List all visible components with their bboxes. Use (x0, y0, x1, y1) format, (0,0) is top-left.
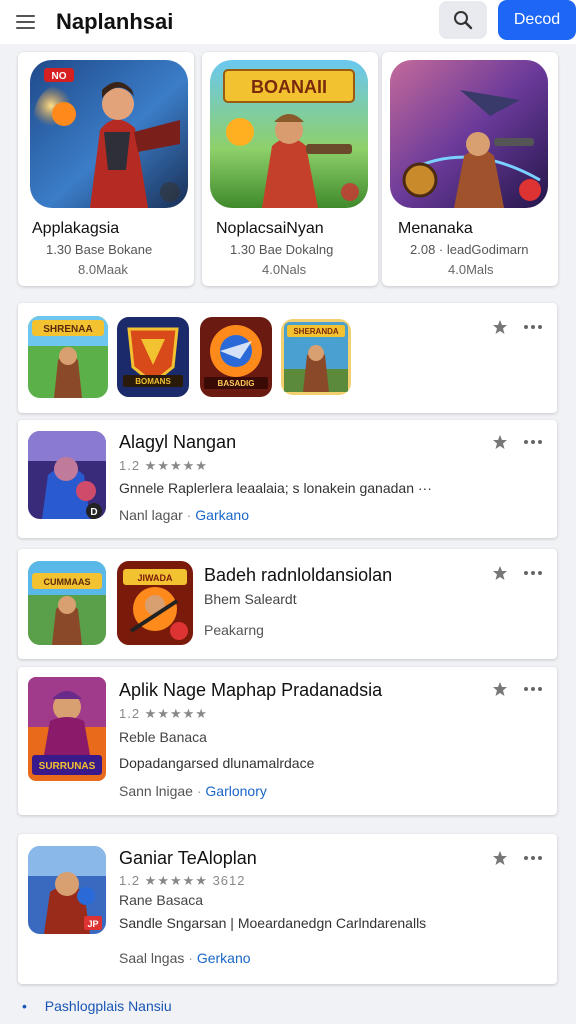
icon-label: SHERANDA (293, 327, 339, 336)
app-header: Naplanhsai Decod (0, 0, 576, 44)
more-options-icon[interactable] (523, 565, 543, 581)
footer-link-row[interactable]: • Pashlogplais Nansiu (22, 998, 172, 1014)
app-language-row: Sann lnigae · Garlonory (119, 783, 267, 799)
app-description: Dopadangarsed dlunamalrdace (119, 755, 315, 771)
search-icon (454, 11, 473, 30)
app-name: Alagyl Nangan (119, 432, 237, 452)
app-name: Menanaka (398, 220, 473, 237)
featured-app-card[interactable]: Menanaka 2.08 · leadGodimarn 4.0Mals (382, 52, 558, 286)
bullet: • (22, 998, 27, 1014)
hamburger-menu-icon[interactable] (14, 12, 38, 32)
app-collection-card[interactable]: SHRENAA BOMANS BASADIG SHERANDA (18, 303, 557, 413)
app-language-row: Nanl lagar · Garkano (119, 507, 249, 523)
app-developer: Rane Basaca (119, 892, 204, 908)
app-icon[interactable]: SHRENAA (28, 316, 108, 398)
app-list-item[interactable]: D Alagyl Nangan 1.2 ★★★★★ Gnnele Raplerl… (18, 420, 557, 538)
app-list-item[interactable]: SURRUNAS Aplik Nage Maphap Pradanadsia 1… (18, 667, 557, 815)
icon-label: JIWADA (137, 573, 173, 583)
app-developer: Reble Banaca (119, 729, 207, 745)
app-name: Ganiar TeAloplan (119, 848, 257, 868)
app-icon[interactable]: SURRUNAS (28, 677, 106, 781)
star-icon[interactable] (492, 850, 508, 866)
app-meta: 2.08 · leadGodimarn (410, 242, 529, 257)
app-meta: 1.30 Base Bokane (46, 242, 153, 257)
star-icon[interactable] (492, 681, 508, 697)
star-icon[interactable] (492, 319, 508, 335)
app-size: 8.0Maak (78, 262, 128, 277)
app-language: Peakarng (204, 622, 264, 638)
featured-app-card[interactable]: NO Applakagsia 1.30 Base Bokane 8.0Maak (18, 52, 194, 286)
star-icon[interactable] (492, 565, 508, 581)
app-link[interactable]: Garlonory (205, 783, 266, 799)
icon-label: SHRENAA (43, 324, 92, 335)
primary-action-button[interactable]: Decod (498, 0, 576, 40)
more-options-icon[interactable] (523, 434, 543, 450)
app-icon[interactable]: JP (28, 846, 106, 934)
app-icon (390, 60, 548, 208)
more-options-icon[interactable] (523, 681, 543, 697)
app-name: Badeh radnloldansiolan (204, 565, 393, 585)
app-language: Saal lngas (119, 950, 185, 966)
search-button[interactable] (439, 1, 487, 39)
app-rating: 1.2 ★★★★★ 3612 (119, 873, 246, 888)
app-icon[interactable]: BASADIG (200, 317, 272, 397)
app-icon[interactable]: D (28, 431, 106, 519)
app-name: Aplik Nage Maphap Pradanadsia (119, 680, 383, 700)
more-options-icon[interactable] (523, 319, 543, 335)
featured-app-card[interactable]: BOANAII NoplacsaiNyan 1.30 Bae Dokalng 4… (202, 52, 378, 286)
icon-label: BASADIG (218, 379, 255, 388)
app-icon: NO (30, 60, 188, 208)
app-size: 4.0Nals (262, 262, 307, 277)
icon-label: SURRUNAS (39, 761, 96, 772)
star-icon[interactable] (492, 434, 508, 450)
app-language: Nanl lagar (119, 507, 183, 523)
app-language: Sann lnigae (119, 783, 193, 799)
app-list-item[interactable]: CUMMAAS JIWADA Badeh radnloldansiolan Bh… (18, 549, 557, 659)
app-icon[interactable]: BOMANS (117, 317, 189, 397)
app-developer: Bhem Saleardt (204, 591, 297, 607)
app-rating: 1.2 ★★★★★ (119, 706, 208, 721)
app-icon[interactable]: SHERANDA (281, 319, 351, 395)
svg-text:D: D (90, 507, 97, 518)
app-language-row: Saal lngas · Gerkano (119, 950, 251, 966)
app-link[interactable]: Garkano (195, 507, 249, 523)
badge-text: JP (87, 919, 98, 929)
app-icon[interactable]: JIWADA (117, 561, 193, 645)
more-options-icon[interactable] (523, 850, 543, 866)
app-rating: 1.2 ★★★★★ (119, 458, 208, 473)
app-icon: BOANAII (210, 60, 368, 208)
app-name: Applakagsia (32, 220, 120, 237)
icon-label: BOMANS (135, 377, 171, 386)
app-list-item[interactable]: JP Ganiar TeAloplan 1.2 ★★★★★ 3612 Rane … (18, 834, 557, 984)
app-link[interactable]: Gerkano (197, 950, 251, 966)
footer-link[interactable]: Pashlogplais Nansiu (45, 998, 172, 1014)
app-name: NoplacsaiNyan (216, 220, 324, 237)
page-title: Naplanhsai (56, 9, 174, 34)
app-icon[interactable]: CUMMAAS (28, 561, 106, 645)
banner-text: BOANAII (251, 77, 327, 97)
app-description: Gnnele Raplerlera leaalaia; s lonakein g… (119, 480, 432, 496)
app-meta: 1.30 Bae Dokalng (230, 242, 334, 257)
app-size: 4.0Mals (448, 262, 494, 277)
app-description: Sandle Sngarsan | Moeardanedgn Carlndare… (119, 915, 427, 931)
icon-label: CUMMAAS (44, 577, 91, 587)
badge-text: NO (52, 71, 67, 82)
